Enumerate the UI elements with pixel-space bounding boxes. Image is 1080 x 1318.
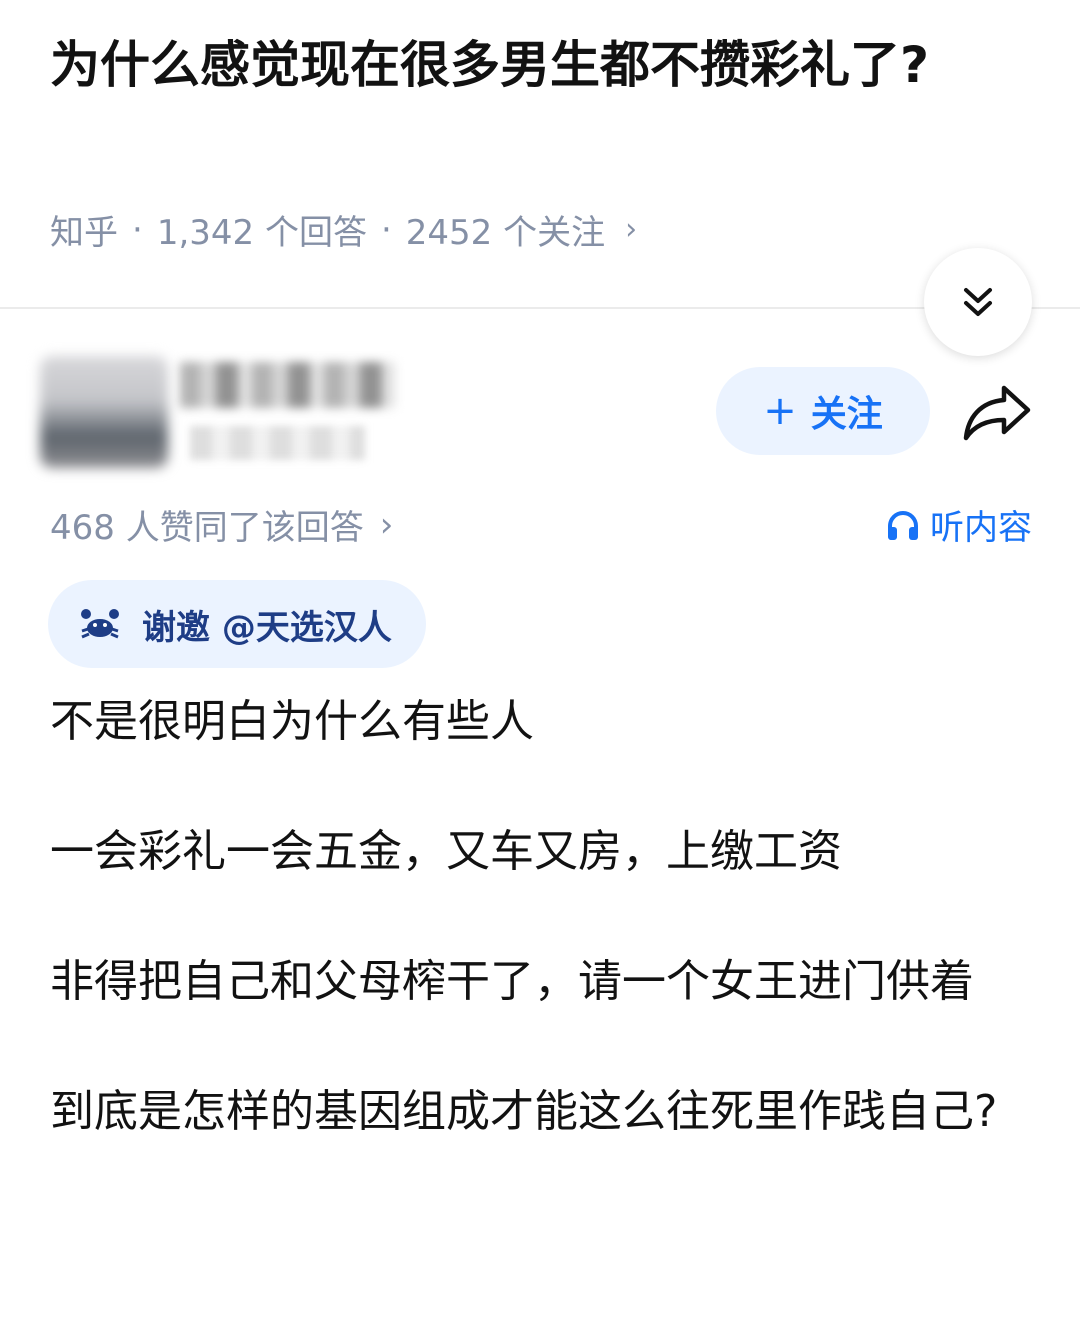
listen-label: 听内容 (930, 508, 1032, 548)
question-title[interactable]: 为什么感觉现在很多男生都不攒彩礼了? (50, 30, 980, 100)
answer-paragraph: 非得把自己和父母榨干了，请一个女王进门供着 (50, 956, 974, 1007)
answer-body: 不是很明白为什么有些人 一会彩礼一会五金，又车又房，上缴工资 非得把自己和父母榨… (50, 690, 1030, 1144)
follow-button[interactable]: + 关注 (716, 367, 930, 455)
crab-icon (81, 609, 119, 639)
share-button[interactable] (960, 380, 1034, 446)
chevron-double-down-icon (964, 288, 992, 316)
divider (0, 307, 1080, 309)
upvote-summary[interactable]: 468 人赞同了该回答 › (50, 500, 393, 549)
plus-icon: + (763, 388, 797, 434)
author-info[interactable] (30, 348, 500, 483)
question-meta[interactable]: 知乎 · 1,342 个回答 · 2452 个关注 › (50, 205, 637, 254)
follower-count: 2452 个关注 (405, 213, 606, 253)
answer-paragraph: 不是很明白为什么有些人 (50, 696, 534, 747)
answer-paragraph: 到底是怎样的基因组成才能这么往死里作践自己? (50, 1086, 998, 1137)
collapse-button[interactable] (924, 248, 1032, 356)
listen-button[interactable]: 听内容 (886, 500, 1032, 549)
share-arrow-icon (963, 385, 1031, 441)
upvote-count: 468 人赞同了该回答 (50, 508, 364, 548)
follow-label: 关注 (810, 394, 883, 435)
avatar[interactable] (40, 356, 168, 468)
separator-dot: · (132, 209, 143, 250)
separator-dot: · (380, 209, 392, 250)
zhihu-answer-page: 为什么感觉现在很多男生都不攒彩礼了? 知乎 · 1,342 个回答 · 2452… (0, 0, 1080, 1318)
headphones-icon (888, 510, 918, 540)
author-name-redacted (180, 362, 395, 408)
chevron-right-icon: › (379, 504, 394, 545)
invite-label: 谢邀 @天选汉人 (142, 607, 392, 648)
author-bio-redacted (190, 426, 365, 460)
answer-paragraph: 一会彩礼一会五金，又车又房，上缴工资 (50, 826, 842, 877)
invite-chip[interactable]: 谢邀 @天选汉人 (48, 580, 426, 668)
source-label: 知乎 (50, 213, 118, 253)
chevron-right-icon: › (625, 212, 638, 247)
answer-count: 1,342 个回答 (156, 213, 367, 253)
